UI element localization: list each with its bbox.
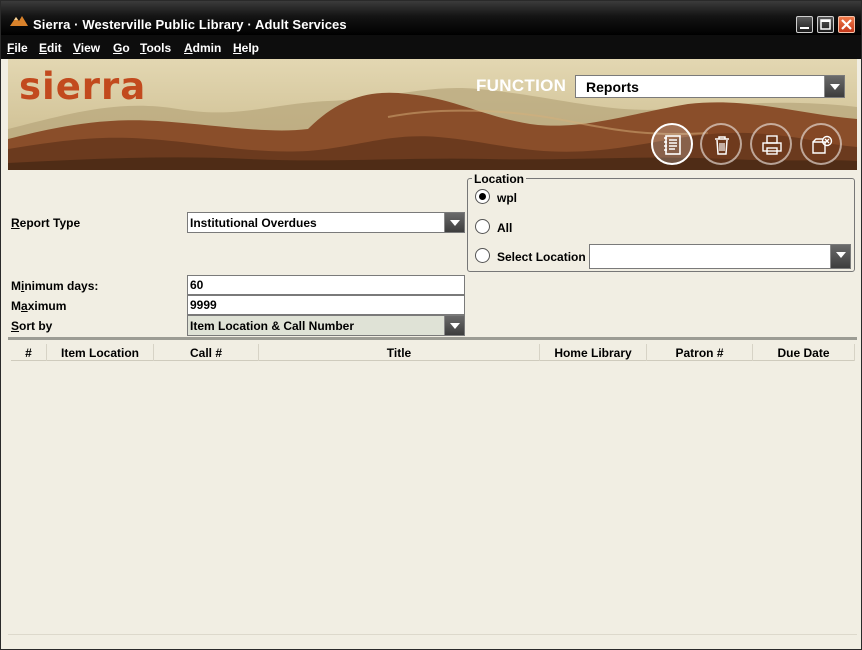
print-icon (762, 135, 782, 155)
menu-admin[interactable]: Admin (184, 41, 221, 55)
report-icon (664, 135, 681, 155)
function-label: FUNCTION (476, 76, 567, 95)
sort-by-value: Item Location & Call Number (190, 319, 355, 333)
maximum-label: Maximum (11, 299, 67, 313)
location-select[interactable] (589, 244, 851, 269)
title-bar: Sierra · Westerville Public Library · Ad… (1, 1, 861, 35)
mountain-icon (10, 16, 28, 26)
sierra-logo: sierra (19, 65, 147, 108)
menu-tools[interactable]: Tools (140, 41, 171, 55)
table-bottom-rule (8, 634, 857, 635)
close-record-icon (812, 135, 833, 154)
location-group: Location wpl All Select Location (467, 172, 855, 272)
header-banner: sierra FUNCTION Reports (8, 59, 857, 170)
minimize-icon (800, 27, 809, 29)
report-type-value: Institutional Overdues (190, 216, 317, 230)
radio-wpl-label[interactable]: wpl (497, 191, 517, 205)
function-select-value: Reports (586, 79, 639, 95)
function-select[interactable]: Reports (575, 75, 845, 98)
report-type-select[interactable]: Institutional Overdues (187, 212, 465, 233)
col-patron-number[interactable]: Patron # (647, 344, 753, 361)
report-type-label: Report Type (11, 216, 81, 230)
report-button[interactable] (651, 123, 693, 165)
results-table: # Item Location Call # Title Home Librar… (8, 337, 857, 643)
col-title[interactable]: Title (259, 344, 540, 361)
menu-go[interactable]: Go (113, 41, 130, 55)
close-button[interactable] (838, 16, 855, 33)
maximum-input[interactable]: 9999 (187, 295, 465, 315)
menu-view[interactable]: View (73, 41, 100, 55)
menu-help[interactable]: Help (233, 41, 259, 55)
radio-all-label[interactable]: All (497, 221, 512, 235)
radio-wpl[interactable] (475, 189, 490, 204)
col-item-location[interactable]: Item Location (47, 344, 154, 361)
app-window: Sierra · Westerville Public Library · Ad… (0, 0, 862, 650)
close-record-button[interactable] (800, 123, 842, 165)
col-home-library[interactable]: Home Library (540, 344, 647, 361)
location-legend: Location (472, 172, 526, 186)
col-number[interactable]: # (11, 344, 47, 361)
trash-icon (715, 136, 729, 155)
delete-button[interactable] (700, 123, 742, 165)
menu-file[interactable]: File (7, 41, 28, 55)
minimize-button[interactable] (796, 16, 813, 33)
table-header: # Item Location Call # Title Home Librar… (11, 344, 855, 361)
maximize-icon (820, 19, 831, 30)
window-title: Sierra · Westerville Public Library · Ad… (33, 17, 347, 32)
col-call-number[interactable]: Call # (154, 344, 259, 361)
menu-edit[interactable]: Edit (39, 41, 62, 55)
maximize-button[interactable] (817, 16, 834, 33)
radio-select-location-label[interactable]: Select Location (497, 250, 586, 264)
radio-all[interactable] (475, 219, 490, 234)
col-due-date[interactable]: Due Date (753, 344, 855, 361)
minimum-days-input[interactable]: 60 (187, 275, 465, 295)
print-button[interactable] (750, 123, 792, 165)
sort-by-select[interactable]: Item Location & Call Number (187, 315, 465, 336)
menu-bar: File Edit View Go Tools Admin Help (1, 35, 861, 59)
close-icon (841, 19, 852, 30)
chevron-down-icon[interactable] (830, 245, 850, 268)
chevron-down-icon[interactable] (444, 213, 464, 232)
chevron-down-icon[interactable] (824, 76, 844, 97)
chevron-down-icon[interactable] (444, 316, 464, 335)
radio-select-location[interactable] (475, 248, 490, 263)
minimum-days-label: Minimum days: (11, 279, 99, 293)
sort-by-label: Sort by (11, 319, 53, 333)
